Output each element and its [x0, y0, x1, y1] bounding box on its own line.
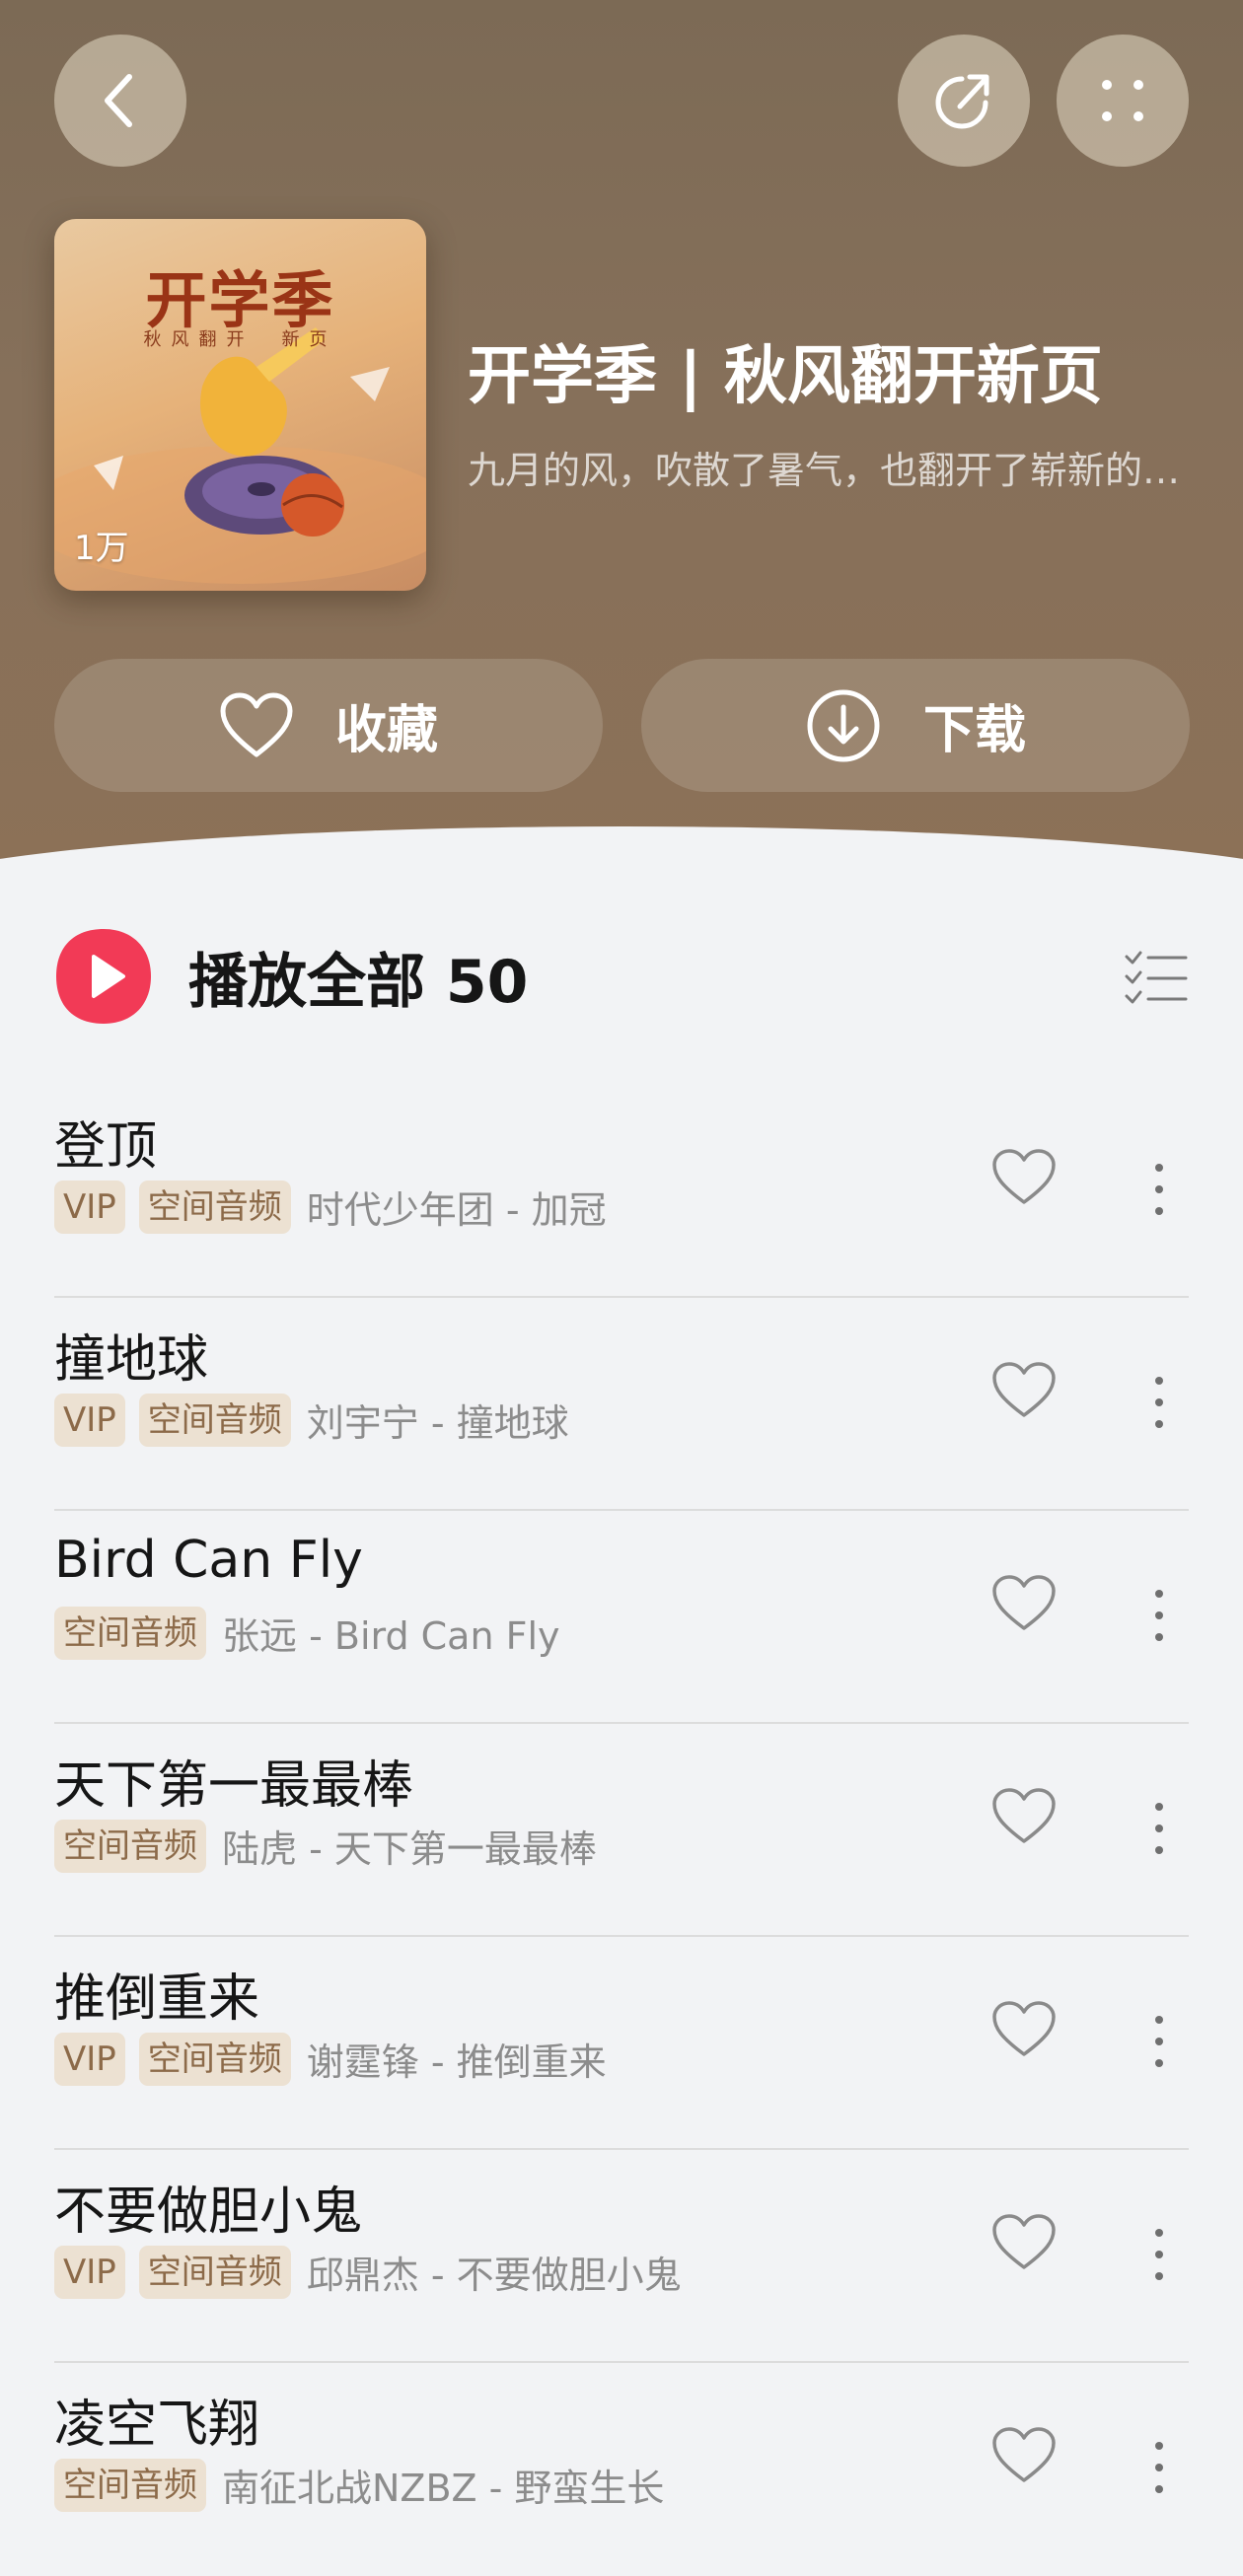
vip-badge: VIP [54, 1180, 125, 1234]
dot [1155, 2229, 1163, 2237]
song-artist: 刘宇宁 - 撞地球 [306, 1401, 569, 1445]
download-button[interactable]: 下载 [641, 659, 1190, 792]
song-title: 登顶 [54, 1117, 158, 1177]
dot [1155, 1633, 1163, 1641]
more-grid-icon [1102, 80, 1143, 121]
heart-icon[interactable] [991, 1148, 1057, 1211]
song-artist: 陆虎 - 天下第一最最棒 [222, 1827, 597, 1871]
song-artist: 时代少年团 - 加冠 [306, 1188, 607, 1232]
more-vertical-icon[interactable] [1144, 1140, 1174, 1239]
dot [1155, 2272, 1163, 2280]
dot [1155, 1420, 1163, 1428]
vip-badge: VIP [54, 2032, 125, 2086]
heart-icon[interactable] [991, 1361, 1057, 1424]
header-curve [0, 826, 1243, 878]
song-meta: 空间音频 南征北战NZBZ - 野蛮生长 [54, 2458, 664, 2512]
more-vertical-icon[interactable] [1144, 2418, 1174, 2517]
song-meta: VIP 空间音频 时代少年团 - 加冠 [54, 1180, 607, 1234]
heart-icon[interactable] [991, 2213, 1057, 2276]
song-title: Bird Can Fly [54, 1531, 363, 1590]
more-vertical-icon[interactable] [1144, 1779, 1174, 1878]
song-title: 天下第一最最棒 [54, 1756, 414, 1816]
song-row[interactable]: 天下第一最最棒 空间音频 陆虎 - 天下第一最最棒 [54, 1724, 1189, 1937]
chevron-left-icon [105, 74, 132, 127]
dot [1155, 1185, 1163, 1193]
spatial-audio-badge: 空间音频 [54, 2458, 206, 2512]
song-artist: 张远 - Bird Can Fly [222, 1614, 560, 1658]
song-row[interactable]: 推倒重来 VIP 空间音频 谢霆锋 - 推倒重来 [54, 1937, 1189, 2150]
dot [1155, 2442, 1163, 2450]
spatial-audio-badge: 空间音频 [138, 2245, 291, 2299]
dot [1155, 1398, 1163, 1406]
song-meta: 空间音频 张远 - Bird Can Fly [54, 1606, 560, 1660]
heart-icon[interactable] [991, 2000, 1057, 2063]
spatial-audio-badge: 空间音频 [138, 2032, 291, 2086]
dot [1155, 1846, 1163, 1854]
back-button[interactable] [54, 35, 186, 167]
dot [1155, 2485, 1163, 2493]
download-icon [807, 689, 880, 761]
song-title: 推倒重来 [54, 1969, 260, 2029]
play-all-label: 播放全部 50 [188, 947, 529, 1017]
multi-select-icon[interactable] [1125, 949, 1188, 1008]
download-label: 下载 [922, 701, 1026, 760]
play-circle-icon [56, 929, 151, 1024]
spatial-audio-badge: 空间音频 [138, 1393, 291, 1447]
more-vertical-icon[interactable] [1144, 1353, 1174, 1452]
vip-badge: VIP [54, 2245, 125, 2299]
song-artist: 南征北战NZBZ - 野蛮生长 [222, 2467, 665, 2510]
dot [1155, 2038, 1163, 2045]
dot [1155, 1377, 1163, 1385]
spatial-audio-badge: 空间音频 [54, 1819, 206, 1873]
dot [1155, 2251, 1163, 2258]
dot [1155, 2464, 1163, 2471]
more-vertical-icon[interactable] [1144, 1566, 1174, 1665]
playlist-header: 开学季 秋风翻开 新页 1万 开学季 | 秋风翻开新页 九月的风，吹散了暑气，也… [0, 0, 1243, 878]
share-icon [935, 74, 989, 129]
song-meta: VIP 空间音频 谢霆锋 - 推倒重来 [54, 2032, 607, 2086]
playlist-description[interactable]: 九月的风，吹散了暑气，也翻开了崭新的一页 [468, 440, 1198, 494]
favorite-button[interactable]: 收藏 [54, 659, 603, 792]
more-vertical-icon[interactable] [1144, 2205, 1174, 2304]
song-meta: 空间音频 陆虎 - 天下第一最最棒 [54, 1819, 597, 1873]
playlist-cover[interactable]: 开学季 秋风翻开 新页 1万 [54, 219, 426, 591]
spatial-audio-badge: 空间音频 [54, 1606, 206, 1660]
song-title: 不要做胆小鬼 [54, 2182, 363, 2242]
favorite-label: 收藏 [334, 701, 438, 760]
song-row[interactable]: Bird Can Fly 空间音频 张远 - Bird Can Fly [54, 1511, 1189, 1724]
song-row[interactable]: 撞地球 VIP 空间音频 刘宇宁 - 撞地球 [54, 1298, 1189, 1511]
play-count: 1万 [74, 529, 129, 568]
dot [1155, 1164, 1163, 1172]
song-title: 凌空飞翔 [54, 2396, 260, 2455]
spatial-audio-badge: 空间音频 [138, 1180, 291, 1234]
song-artist: 谢霆锋 - 推倒重来 [306, 2040, 607, 2084]
cover-subtitle: 秋风翻开 新页 [143, 329, 337, 350]
song-artist: 邱鼎杰 - 不要做胆小鬼 [306, 2254, 682, 2297]
dot [1155, 1207, 1163, 1215]
song-meta: VIP 空间音频 刘宇宁 - 撞地球 [54, 1393, 569, 1447]
heart-icon [220, 692, 293, 756]
heart-icon[interactable] [991, 1574, 1057, 1637]
dot [1155, 1825, 1163, 1832]
heart-icon[interactable] [991, 2426, 1057, 2489]
vip-badge: VIP [54, 1393, 125, 1447]
dot [1155, 1611, 1163, 1619]
dot [1155, 1803, 1163, 1811]
dot [1155, 1590, 1163, 1598]
playlist-title: 开学季 | 秋风翻开新页 [468, 340, 1103, 413]
more-options-button[interactable] [1057, 35, 1189, 167]
dot [1155, 2016, 1163, 2024]
play-all-button[interactable]: 播放全部 50 [54, 927, 528, 1026]
song-row[interactable]: 凌空飞翔 空间音频 南征北战NZBZ - 野蛮生长 [54, 2363, 1189, 2576]
song-row[interactable]: 不要做胆小鬼 VIP 空间音频 邱鼎杰 - 不要做胆小鬼 [54, 2150, 1189, 2363]
song-row[interactable]: 登顶 VIP 空间音频 时代少年团 - 加冠 [54, 1085, 1189, 1298]
song-meta: VIP 空间音频 邱鼎杰 - 不要做胆小鬼 [54, 2245, 682, 2299]
share-button[interactable] [898, 35, 1030, 167]
dot [1155, 2059, 1163, 2067]
more-vertical-icon[interactable] [1144, 1992, 1174, 2091]
song-title: 撞地球 [54, 1330, 209, 1390]
heart-icon[interactable] [991, 1787, 1057, 1850]
